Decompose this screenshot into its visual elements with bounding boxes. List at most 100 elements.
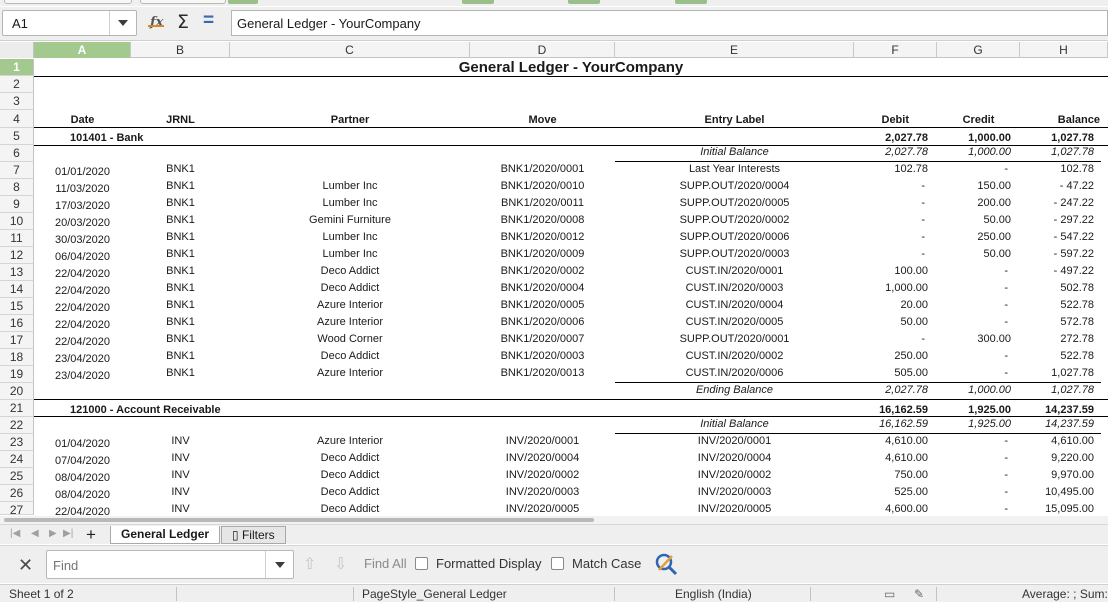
column-header-h[interactable]: H [1020, 42, 1108, 58]
table-row-debit[interactable]: 250.00 [854, 350, 928, 363]
table-row-entry[interactable]: CUST.IN/2020/0003 [615, 282, 854, 295]
bank-ending-balance[interactable]: 1,027.78 [1020, 384, 1094, 397]
table-row-balance[interactable]: 572.78 [1020, 316, 1094, 329]
table-row-debit[interactable]: 4,610.00 [854, 452, 928, 465]
table-row-move[interactable]: BNK1/2020/0004 [470, 282, 615, 295]
toolbar-button[interactable] [462, 0, 494, 4]
table-row-credit[interactable]: - [937, 503, 1008, 515]
scrollbar-thumb[interactable] [4, 518, 594, 522]
column-header-c[interactable]: C [230, 42, 470, 58]
table-row-move[interactable]: BNK1/2020/0010 [470, 180, 615, 193]
table-row-entry[interactable]: INV/2020/0002 [615, 469, 854, 482]
table-row-debit[interactable]: - [854, 180, 925, 193]
table-row-partner[interactable]: Deco Addict [230, 503, 470, 515]
table-row-move[interactable]: BNK1/2020/0002 [470, 265, 615, 278]
bank-ending-debit[interactable]: 2,027.78 [854, 384, 928, 397]
table-row-debit[interactable]: - [854, 214, 925, 227]
table-row-partner[interactable]: Wood Corner [230, 333, 470, 346]
table-row-jrnl[interactable]: BNK1 [131, 248, 230, 261]
table-row-partner[interactable]: Azure Interior [230, 435, 470, 448]
table-row-date[interactable]: 06/04/2020 [34, 251, 131, 264]
table-row-partner[interactable]: Deco Addict [230, 350, 470, 363]
table-row-debit[interactable]: 20.00 [854, 299, 928, 312]
table-row-jrnl[interactable]: INV [131, 503, 230, 515]
row-header[interactable]: 26 [0, 485, 34, 502]
table-row-credit[interactable]: 150.00 [937, 180, 1011, 193]
language[interactable]: English (India) [675, 587, 752, 601]
table-row-debit[interactable]: 4,600.00 [854, 503, 928, 515]
previous-sheet-icon[interactable]: ◀ [31, 528, 39, 539]
table-row-date[interactable]: 07/04/2020 [34, 455, 131, 468]
bank-ending-label[interactable]: Ending Balance [615, 384, 854, 397]
table-row-date[interactable]: 01/01/2020 [34, 166, 131, 179]
row-header[interactable]: 7 [0, 162, 34, 179]
table-row-date[interactable]: 08/04/2020 [34, 472, 131, 485]
table-row-date[interactable]: 22/04/2020 [34, 302, 131, 315]
table-row-jrnl[interactable]: BNK1 [131, 333, 230, 346]
bank-initial-credit[interactable]: 1,000.00 [937, 146, 1011, 159]
table-row-move[interactable]: BNK1/2020/0003 [470, 350, 615, 363]
table-row-jrnl[interactable]: BNK1 [131, 316, 230, 329]
table-row-move[interactable]: BNK1/2020/0005 [470, 299, 615, 312]
row-header[interactable]: 2 [0, 76, 34, 93]
row-header[interactable]: 10 [0, 213, 34, 230]
chevron-down-icon[interactable] [265, 551, 293, 578]
header-jrnl[interactable]: JRNL [131, 114, 230, 127]
table-row-entry[interactable]: INV/2020/0004 [615, 452, 854, 465]
table-row-partner[interactable]: Azure Interior [230, 367, 470, 380]
table-row-move[interactable]: BNK1/2020/0012 [470, 231, 615, 244]
table-row-balance[interactable]: 522.78 [1020, 350, 1094, 363]
table-row-partner[interactable]: Azure Interior [230, 316, 470, 329]
cell-grid[interactable]: General Ledger - YourCompany Date JRNL P… [34, 59, 1108, 515]
table-row-move[interactable]: BNK1/2020/0006 [470, 316, 615, 329]
toolbar-control[interactable] [4, 0, 132, 4]
formula-input[interactable]: General Ledger - YourCompany [231, 10, 1108, 36]
page-style[interactable]: PageStyle_General Ledger [362, 587, 507, 601]
table-row-partner[interactable]: Lumber Inc [230, 180, 470, 193]
table-row-balance[interactable]: - 597.22 [1020, 248, 1094, 261]
name-box[interactable]: A1 [2, 10, 137, 36]
table-row-jrnl[interactable]: INV [131, 486, 230, 499]
table-row-jrnl[interactable]: INV [131, 469, 230, 482]
table-row-date[interactable]: 22/04/2020 [34, 319, 131, 332]
header-move[interactable]: Move [470, 114, 615, 127]
table-row-partner[interactable]: Deco Addict [230, 282, 470, 295]
row-header[interactable]: 15 [0, 298, 34, 315]
table-row-partner[interactable]: Deco Addict [230, 265, 470, 278]
table-row-entry[interactable]: CUST.IN/2020/0004 [615, 299, 854, 312]
table-row-partner[interactable]: Deco Addict [230, 486, 470, 499]
bank-initial-balance[interactable]: 1,027.78 [1020, 146, 1094, 159]
table-row-partner[interactable]: Deco Addict [230, 452, 470, 465]
bank-balance-total[interactable]: 1,027.78 [1020, 132, 1094, 145]
table-row-balance[interactable]: - 297.22 [1020, 214, 1094, 227]
table-row-date[interactable]: 17/03/2020 [34, 200, 131, 213]
table-row-credit[interactable]: - [937, 299, 1008, 312]
table-row-move[interactable]: BNK1/2020/0007 [470, 333, 615, 346]
toolbar-control[interactable] [140, 0, 226, 4]
table-row-partner[interactable]: Deco Addict [230, 469, 470, 482]
table-row-partner[interactable]: Gemini Furniture [230, 214, 470, 227]
sheet-indicator[interactable]: Sheet 1 of 2 [9, 587, 74, 601]
table-row-debit[interactable]: - [854, 231, 925, 244]
match-case-label[interactable]: Match Case [572, 556, 641, 571]
table-row-debit[interactable]: - [854, 248, 925, 261]
document-modified-icon[interactable]: ✎ [914, 587, 924, 601]
table-row-debit[interactable]: 750.00 [854, 469, 928, 482]
table-row-balance[interactable]: 522.78 [1020, 299, 1094, 312]
table-row-entry[interactable]: Last Year Interests [615, 163, 854, 176]
header-partner[interactable]: Partner [230, 114, 470, 127]
table-row-credit[interactable]: - [937, 316, 1008, 329]
bank-debit-total[interactable]: 2,027.78 [854, 132, 928, 145]
table-row-jrnl[interactable]: BNK1 [131, 231, 230, 244]
header-balance[interactable]: Balance [1020, 114, 1108, 127]
table-row-move[interactable]: BNK1/2020/0001 [470, 163, 615, 176]
table-row-jrnl[interactable]: BNK1 [131, 180, 230, 193]
table-row-move[interactable]: BNK1/2020/0013 [470, 367, 615, 380]
table-row-entry[interactable]: INV/2020/0001 [615, 435, 854, 448]
table-row-credit[interactable]: 50.00 [937, 248, 1011, 261]
table-row-move[interactable]: INV/2020/0003 [470, 486, 615, 499]
table-row-entry[interactable]: SUPP.OUT/2020/0004 [615, 180, 854, 193]
row-header[interactable]: 12 [0, 247, 34, 264]
table-row-balance[interactable]: - 247.22 [1020, 197, 1094, 210]
table-row-date[interactable]: 01/04/2020 [34, 438, 131, 451]
